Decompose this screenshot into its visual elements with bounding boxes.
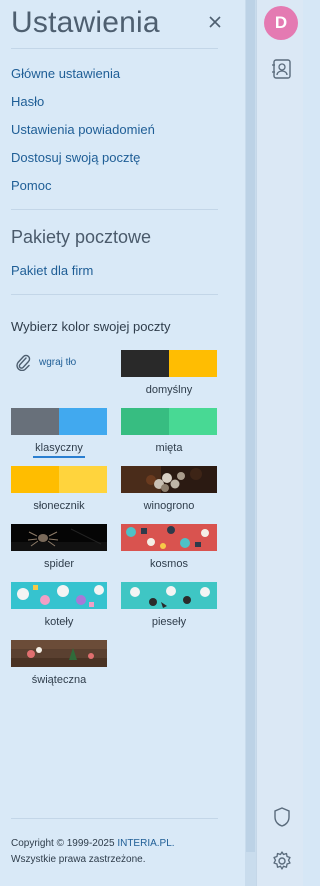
paperclip-icon — [16, 354, 31, 371]
theme-swatch-spider[interactable] — [11, 524, 107, 551]
divider — [11, 294, 218, 295]
theme-label-dogs: piesełу — [151, 616, 187, 628]
footer: Copyright © 1999-2025 INTERIA.PL. Wszyst… — [11, 836, 175, 868]
contacts-icon[interactable] — [271, 58, 293, 80]
theme-label-cats: kotełу — [44, 616, 74, 628]
theme-label-kosmos: kosmos — [150, 558, 188, 570]
theme-label-grapes: winogrono — [143, 500, 195, 512]
rights-text: Wszystkie prawa zastrzeżone. — [11, 854, 146, 865]
package-business-link[interactable]: Pakiet dla firm — [11, 263, 93, 278]
divider — [11, 209, 218, 210]
theme-swatch-default[interactable] — [121, 350, 217, 377]
theme-swatch-christmas[interactable] — [11, 640, 107, 667]
menu-link-main-settings[interactable]: Główne ustawienia — [11, 66, 120, 81]
upload-background-button[interactable]: wgraj tło — [15, 353, 76, 371]
theme-swatch-cats[interactable] — [11, 582, 107, 609]
close-icon[interactable] — [205, 12, 225, 32]
theme-swatch-sunflower[interactable] — [11, 466, 107, 493]
selected-theme-indicator — [33, 456, 85, 458]
footer-copyright-line: Copyright © 1999-2025 INTERIA.PL. — [11, 836, 175, 852]
menu-link-notifications[interactable]: Ustawienia powiadomień — [11, 122, 155, 137]
theme-swatch-dogs[interactable] — [121, 582, 217, 609]
theme-swatch-classic[interactable] — [11, 408, 107, 435]
divider — [11, 48, 218, 49]
upload-background-label: wgraj tło — [39, 356, 77, 368]
theme-swatch-kosmos[interactable] — [121, 524, 217, 551]
avatar[interactable]: D — [264, 6, 298, 40]
theme-label-christmas: świąteczna — [31, 674, 87, 686]
theme-label-classic: klasyczny — [35, 442, 83, 454]
kosmos-pattern — [121, 524, 217, 551]
christmas-pattern — [11, 640, 107, 667]
divider — [11, 818, 218, 819]
theme-label-spider: spider — [44, 558, 74, 570]
settings-panel: Ustawienia Główne ustawienia Hasło Ustaw… — [0, 0, 245, 886]
gear-icon[interactable] — [271, 850, 293, 872]
theme-label-default: domyślny — [145, 384, 193, 396]
right-rail — [256, 0, 303, 886]
shield-icon[interactable] — [271, 806, 293, 828]
menu-link-help[interactable]: Pomoc — [11, 178, 51, 193]
packages-title: Pakiety pocztowe — [11, 227, 152, 247]
theme-swatch-mint[interactable] — [121, 408, 217, 435]
menu-link-password[interactable]: Hasło — [11, 94, 44, 109]
theme-swatch-grapes[interactable] — [121, 466, 217, 493]
spider-pattern — [11, 524, 107, 551]
color-picker-title: Wybierz kolor swojej poczty — [11, 319, 171, 334]
grapes-pattern — [121, 466, 217, 493]
cats-pattern — [11, 582, 107, 609]
scrollbar-thumb[interactable] — [246, 0, 255, 852]
theme-label-sunflower: słonecznik — [33, 500, 85, 512]
menu-link-customize[interactable]: Dostosuj swoją pocztę — [11, 150, 140, 165]
theme-label-mint: mięta — [155, 442, 183, 454]
dogs-pattern — [121, 582, 217, 609]
interia-link[interactable]: INTERIA.PL. — [117, 838, 174, 849]
copyright-text: Copyright © 1999-2025 — [11, 838, 115, 849]
page-title: Ustawienia — [11, 6, 160, 39]
